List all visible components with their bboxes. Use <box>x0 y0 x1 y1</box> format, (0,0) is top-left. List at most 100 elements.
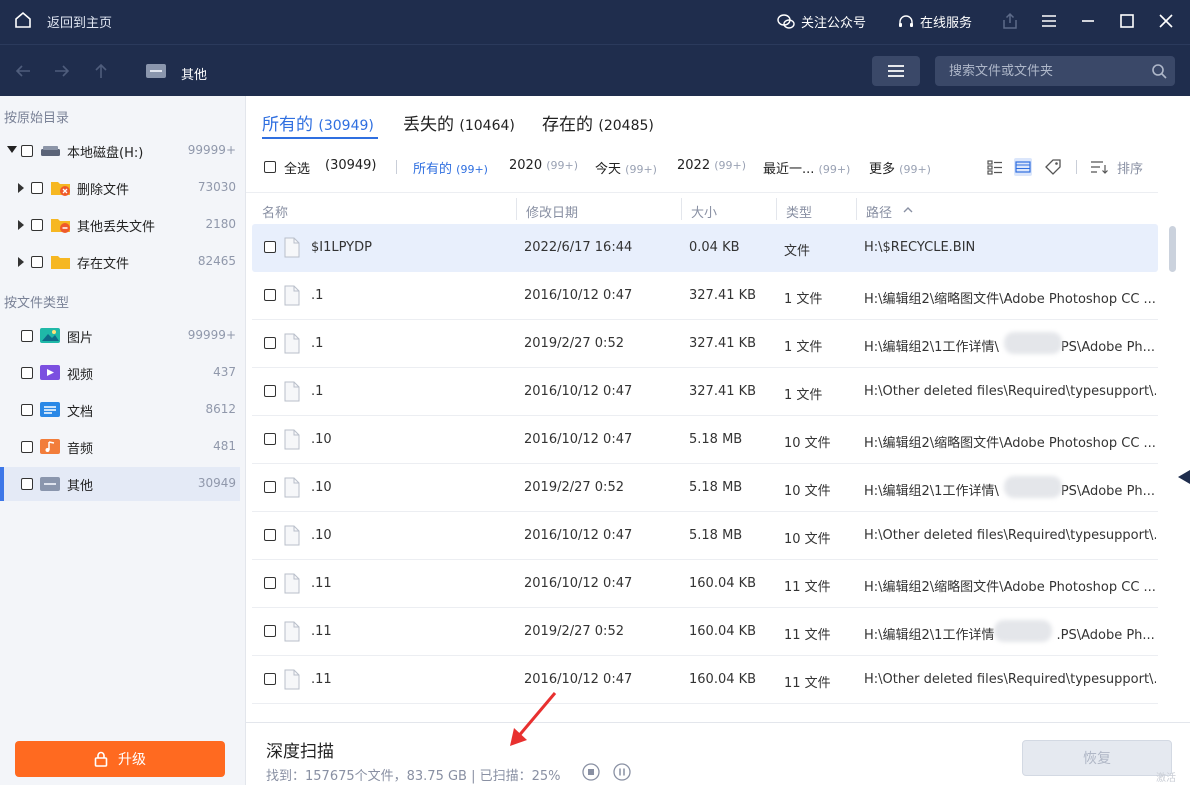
tab-lost[interactable]: 丢失的 (10464) <box>403 110 515 135</box>
type-item-other[interactable]: 其他 30949 <box>0 467 240 501</box>
filter-label: 2022 <box>677 158 711 173</box>
row-checkbox[interactable] <box>264 625 276 637</box>
column-header-size[interactable]: 大小 <box>691 202 717 221</box>
follow-account-button[interactable]: 关注公众号 <box>777 12 866 31</box>
table-row[interactable]: .10 2019/2/27 0:52 5.18 MB 10 文件 H:\编辑组2\1工作… <box>252 464 1158 512</box>
table-row[interactable]: .10 2016/10/12 0:47 5.18 MB 10 文件 H:\编辑组2\缩略… <box>252 416 1158 464</box>
online-service-label: 在线服务 <box>920 16 973 31</box>
checkbox[interactable] <box>31 219 43 231</box>
column-divider[interactable] <box>856 198 857 220</box>
table-row[interactable]: .10 2016/10/12 0:47 5.18 MB 10 文件 H:\Other d… <box>252 512 1158 560</box>
checkbox[interactable] <box>31 182 43 194</box>
pause-icon[interactable] <box>613 763 631 781</box>
column-divider[interactable] <box>776 198 777 220</box>
row-checkbox[interactable] <box>264 241 276 253</box>
menu-icon[interactable] <box>1039 11 1059 31</box>
tree-item-local-disk[interactable]: 本地磁盘(H:) 99999+ <box>0 134 240 168</box>
sort-label[interactable]: 排序 <box>1117 158 1143 177</box>
search-input[interactable] <box>949 62 1144 80</box>
tree-item-deleted-files[interactable]: 删除文件 73030 <box>0 171 240 205</box>
list-view-icon[interactable] <box>985 157 1005 177</box>
sort-icon[interactable] <box>1089 157 1109 177</box>
upgrade-button[interactable]: 升级 <box>15 741 225 777</box>
collapse-panel-handle[interactable] <box>1178 470 1190 484</box>
checkbox[interactable] <box>31 256 43 268</box>
column-header-name[interactable]: 名称 <box>262 202 288 221</box>
forward-arrow-icon[interactable] <box>52 61 72 81</box>
home-link[interactable]: 返回到主页 <box>47 12 112 31</box>
row-checkbox[interactable] <box>264 385 276 397</box>
minimize-icon[interactable] <box>1078 11 1098 31</box>
caret-right-icon[interactable] <box>18 183 24 193</box>
row-checkbox[interactable] <box>264 577 276 589</box>
tab-count: (20485) <box>598 118 654 134</box>
table-row[interactable]: $I1LPYDP 2022/6/17 16:44 0.04 KB 文件 H:\$RECY… <box>252 224 1158 272</box>
back-arrow-icon[interactable] <box>13 61 33 81</box>
row-checkbox[interactable] <box>264 673 276 685</box>
tree-item-existing-files[interactable]: 存在文件 82465 <box>0 245 240 279</box>
table-row[interactable]: .1 2019/2/27 0:52 327.41 KB 1 文件 H:\编辑组2\1工作… <box>252 320 1158 368</box>
share-icon[interactable] <box>1000 11 1020 31</box>
checkbox[interactable] <box>21 145 33 157</box>
filter-today[interactable]: 今天 (99+) <box>595 158 657 177</box>
row-checkbox[interactable] <box>264 433 276 445</box>
type-label: 视频 <box>67 368 94 383</box>
column-divider[interactable] <box>681 198 682 220</box>
filter-2020[interactable]: 2020 (99+) <box>509 158 578 173</box>
filter-recent[interactable]: 最近一... (99+) <box>763 158 850 177</box>
column-header-path[interactable]: 路径 <box>866 202 892 221</box>
type-item-audio[interactable]: 音频 481 <box>0 430 240 464</box>
sort-ascending-icon[interactable] <box>903 206 913 213</box>
table-row[interactable]: .1 2016/10/12 0:47 327.41 KB 1 文件 H:\编辑组2\缩略… <box>252 272 1158 320</box>
detail-view-icon[interactable] <box>1013 157 1033 177</box>
table-row[interactable]: .1 2016/10/12 0:47 327.41 KB 1 文件 H:\Other d… <box>252 368 1158 416</box>
caret-down-icon[interactable] <box>7 146 17 153</box>
search-icon[interactable] <box>1151 63 1167 79</box>
row-checkbox[interactable] <box>264 289 276 301</box>
stop-icon[interactable] <box>582 763 600 781</box>
filter-2022[interactable]: 2022 (99+) <box>677 158 746 173</box>
row-checkbox[interactable] <box>264 529 276 541</box>
row-checkbox[interactable] <box>264 337 276 349</box>
caret-right-icon[interactable] <box>18 257 24 267</box>
file-icon <box>284 573 300 594</box>
filter-label: 今天 <box>595 162 622 177</box>
table-row[interactable]: .11 2016/10/12 0:47 160.04 KB 11 文件 H:\编辑组2\… <box>252 560 1158 608</box>
select-all-checkbox[interactable] <box>264 161 276 173</box>
tab-existing[interactable]: 存在的 (20485) <box>542 110 654 135</box>
home-icon[interactable] <box>14 11 32 29</box>
type-item-videos[interactable]: 视频 437 <box>0 356 240 390</box>
type-item-images[interactable]: 图片 99999+ <box>0 319 240 353</box>
tab-count: (30949) <box>318 118 374 134</box>
type-item-documents[interactable]: 文档 8612 <box>0 393 240 427</box>
filter-label: 2020 <box>509 158 543 173</box>
maximize-icon[interactable] <box>1117 11 1137 31</box>
file-path: H:\编辑组2\缩略图文件\Adobe Photoshop CC ... <box>864 432 1156 451</box>
list-menu-button[interactable] <box>872 56 920 86</box>
filter-more[interactable]: 更多 (99+) <box>869 158 931 177</box>
tree-item-other-lost-files[interactable]: 其他丢失文件 2180 <box>0 208 240 242</box>
table-row[interactable]: .11 2016/10/12 0:47 160.04 KB 11 文件 H:\Other… <box>252 656 1158 704</box>
filter-all[interactable]: 所有的 (99+) <box>413 158 488 177</box>
search-box[interactable] <box>935 56 1175 86</box>
type-label: 图片 <box>67 331 94 346</box>
online-service-button[interactable]: 在线服务 <box>898 12 972 31</box>
column-divider[interactable] <box>516 198 517 220</box>
checkbox[interactable] <box>21 478 33 490</box>
checkbox[interactable] <box>21 404 33 416</box>
up-arrow-icon[interactable] <box>91 61 111 81</box>
checkbox[interactable] <box>21 441 33 453</box>
caret-right-icon[interactable] <box>18 220 24 230</box>
scrollbar-thumb[interactable] <box>1169 226 1176 272</box>
checkbox[interactable] <box>21 330 33 342</box>
row-checkbox[interactable] <box>264 481 276 493</box>
table-row[interactable]: .11 2019/2/27 0:52 160.04 KB 11 文件 H:\编辑组2\1… <box>252 608 1158 656</box>
tag-icon[interactable] <box>1043 157 1063 177</box>
column-header-date[interactable]: 修改日期 <box>526 202 578 221</box>
tab-all[interactable]: 所有的 (30949) <box>262 110 374 135</box>
checkbox[interactable] <box>21 367 33 379</box>
select-all-label[interactable]: 全选 <box>284 158 310 177</box>
column-header-type[interactable]: 类型 <box>786 202 812 221</box>
recover-button[interactable]: 恢复 <box>1022 740 1172 776</box>
close-icon[interactable] <box>1156 11 1176 31</box>
